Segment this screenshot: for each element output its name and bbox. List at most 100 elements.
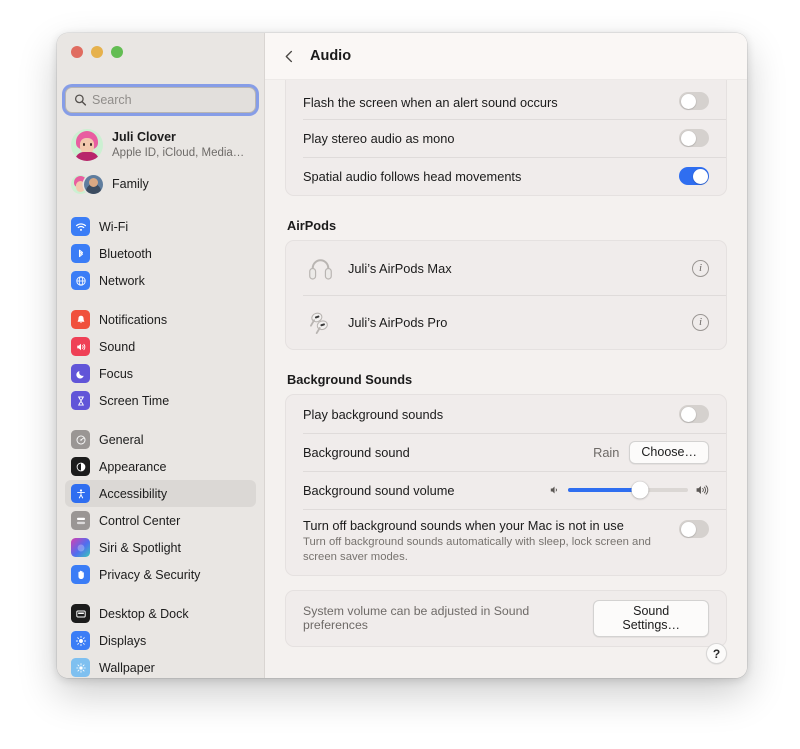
back-button[interactable] <box>280 47 298 65</box>
airpods-pro-icon <box>303 305 337 339</box>
toggle-play-background-sounds[interactable] <box>679 405 709 423</box>
setting-row-stereo-mono[interactable]: Play stereo audio as mono <box>286 119 726 157</box>
contrast-icon <box>71 457 90 476</box>
sidebar-item-privacy-security[interactable]: Privacy & Security <box>65 561 256 588</box>
sidebar: Juli Clover Apple ID, iCloud, Media… Fam… <box>57 33 264 678</box>
search-icon <box>74 94 87 107</box>
setting-row-turn-off-background-sounds[interactable]: Turn off background sounds when your Mac… <box>286 509 726 575</box>
desktop-icon <box>71 604 90 623</box>
toggle-flash-screen[interactable] <box>679 92 709 110</box>
sidebar-item-label: Desktop & Dock <box>99 606 189 621</box>
section-header-background-sounds: Background Sounds <box>287 372 413 387</box>
gear-icon <box>71 430 90 449</box>
footer-note: System volume can be adjusted in Sound p… <box>303 604 530 632</box>
minimize-button[interactable] <box>91 46 103 58</box>
wifi-icon <box>71 217 90 236</box>
sidebar-item-label: Screen Time <box>99 393 170 408</box>
close-button[interactable] <box>71 46 83 58</box>
setting-label: Play background sounds <box>303 406 444 422</box>
airpods-max-icon <box>303 251 337 285</box>
sidebar-item-apple-id[interactable]: Juli Clover Apple ID, iCloud, Media… <box>65 123 256 167</box>
toggle-stereo-as-mono[interactable] <box>679 129 709 147</box>
sound-settings-button[interactable]: Sound Settings… <box>593 599 709 637</box>
sidebar-item-sound[interactable]: Sound <box>65 333 256 360</box>
device-name: Juli’s AirPods Max <box>348 260 452 276</box>
sidebar-item-wi-fi[interactable]: Wi-Fi <box>65 213 256 240</box>
speaker-icon <box>71 337 90 356</box>
sidebar-item-label: Control Center <box>99 513 181 528</box>
sidebar-item-label: Bluetooth <box>99 246 152 261</box>
info-icon[interactable]: i <box>692 313 709 331</box>
sidebar-item-bluetooth[interactable]: Bluetooth <box>65 240 256 267</box>
sidebar-item-focus[interactable]: Focus <box>65 360 256 387</box>
sidebar-group-network: Wi-Fi Bluetooth Network <box>57 213 264 294</box>
sidebar-item-screen-time[interactable]: Screen Time <box>65 387 256 414</box>
setting-row-play-background-sounds[interactable]: Play background sounds <box>286 395 726 433</box>
device-row-airpods-pro[interactable]: Juli’s AirPods Pro i <box>286 295 726 349</box>
sidebar-item-label: Displays <box>99 633 147 648</box>
airpods-card: Juli’s AirPods Max i Juli’s AirPods Pro … <box>285 240 727 350</box>
network-globe-icon <box>71 271 90 290</box>
slider-thumb[interactable] <box>631 481 649 499</box>
sidebar-item-displays[interactable]: Displays <box>65 627 256 654</box>
setting-description: Turn off background sounds automatically… <box>303 536 651 564</box>
speaker-high-icon <box>695 483 709 497</box>
sidebar-item-appearance[interactable]: Appearance <box>65 453 256 480</box>
page-title: Audio <box>310 48 352 64</box>
setting-row-background-sound[interactable]: Background sound Rain Choose… <box>286 433 726 471</box>
sidebar-group-desktop: Desktop & Dock Displays Wallpaper <box>57 600 264 678</box>
sidebar-item-notifications[interactable]: Notifications <box>65 306 256 333</box>
setting-label: Background sound volume <box>303 482 455 498</box>
family-avatars-icon <box>71 171 103 197</box>
section-header-airpods: AirPods <box>287 218 337 233</box>
sidebar-item-network[interactable]: Network <box>65 267 256 294</box>
sidebar-item-label: Privacy & Security <box>99 567 201 582</box>
sidebar-item-label: Siri & Spotlight <box>99 540 181 555</box>
search-input[interactable] <box>66 88 255 112</box>
slider-track[interactable] <box>568 481 688 499</box>
setting-label: Turn off background sounds when your Mac… <box>303 518 624 533</box>
toggle-turn-off-background-sounds[interactable] <box>679 520 709 538</box>
choose-button[interactable]: Choose… <box>629 440 709 464</box>
setting-label: Play stereo audio as mono <box>303 130 455 146</box>
sidebar-item-general[interactable]: General <box>65 426 256 453</box>
info-icon[interactable]: i <box>692 259 709 277</box>
hourglass-icon <box>71 391 90 410</box>
zoom-button[interactable] <box>111 46 123 58</box>
siri-icon <box>71 538 90 557</box>
setting-label: Spatial audio follows head movements <box>303 168 522 184</box>
sliders-icon <box>71 511 90 530</box>
setting-row-spatial-audio[interactable]: Spatial audio follows head movements <box>286 157 726 195</box>
sidebar-group-preferences: General Appearance Accessibility Control… <box>57 426 264 588</box>
moon-icon <box>71 364 90 383</box>
account-name: Juli Clover <box>112 130 176 144</box>
sidebar-item-accessibility[interactable]: Accessibility <box>65 480 256 507</box>
bluetooth-icon <box>71 244 90 263</box>
sidebar-scroll[interactable]: Juli Clover Apple ID, iCloud, Media… Fam… <box>57 123 264 678</box>
help-button[interactable]: ? <box>706 643 727 664</box>
sidebar-item-label: Network <box>99 273 145 288</box>
background-sounds-card: Play background sounds Background sound … <box>285 394 727 576</box>
sidebar-item-desktop-dock[interactable]: Desktop & Dock <box>65 600 256 627</box>
system-settings-window: Juli Clover Apple ID, iCloud, Media… Fam… <box>57 33 747 678</box>
sidebar-item-wallpaper[interactable]: Wallpaper <box>65 654 256 678</box>
chevron-left-icon <box>285 50 292 62</box>
search-field[interactable] <box>65 87 256 113</box>
bell-icon <box>71 310 90 329</box>
toggle-spatial-audio[interactable] <box>679 167 709 185</box>
sidebar-item-control-center[interactable]: Control Center <box>65 507 256 534</box>
sidebar-item-label: Accessibility <box>99 486 168 501</box>
setting-label: Background sound <box>303 444 410 460</box>
setting-row-flash-screen[interactable]: Flash the screen when an alert sound occ… <box>286 80 726 119</box>
background-sound-value: Rain <box>593 444 620 460</box>
sidebar-item-label: Sound <box>99 339 136 354</box>
device-row-airpods-max[interactable]: Juli’s AirPods Max i <box>286 241 726 295</box>
traffic-lights <box>71 46 123 58</box>
volume-slider[interactable] <box>549 481 709 499</box>
sidebar-item-family[interactable]: Family <box>65 167 256 201</box>
sidebar-item-label: Wi-Fi <box>99 219 129 234</box>
setting-row-background-volume[interactable]: Background sound volume <box>286 471 726 509</box>
sidebar-item-label: Family <box>112 177 149 191</box>
settings-scroll-area[interactable]: Flash the screen when an alert sound occ… <box>265 80 747 678</box>
sidebar-item-siri-spotlight[interactable]: Siri & Spotlight <box>65 534 256 561</box>
